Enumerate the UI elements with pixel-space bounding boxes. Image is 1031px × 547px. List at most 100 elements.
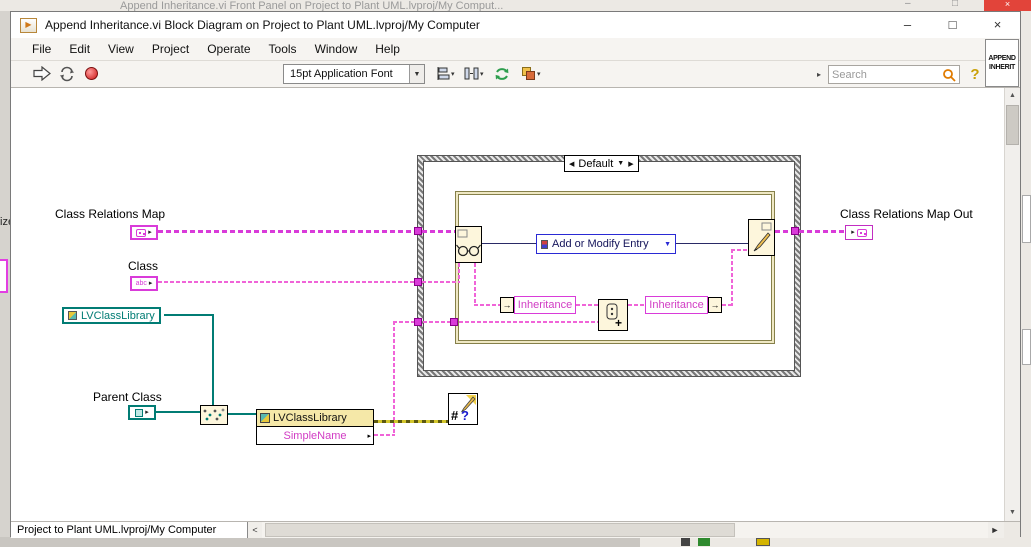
map-wire[interactable] bbox=[775, 230, 845, 233]
class-wire[interactable] bbox=[228, 413, 256, 415]
distribute-objects-button[interactable]: ▾ bbox=[464, 66, 484, 81]
error-wire[interactable] bbox=[374, 420, 448, 423]
scroll-left-button[interactable]: < bbox=[248, 522, 262, 538]
background-minimize-button[interactable]: – bbox=[905, 0, 911, 9]
property-node[interactable]: LVClassLibrary SimpleName ▸ bbox=[256, 409, 374, 445]
parent-class-terminal[interactable]: ▸ bbox=[128, 405, 156, 420]
right-fragment-panel bbox=[1021, 11, 1031, 537]
class-string-wire[interactable] bbox=[458, 263, 460, 283]
chevron-down-icon: ▼ bbox=[409, 65, 424, 83]
next-case-icon[interactable]: ▶ bbox=[628, 160, 633, 168]
clean-up-diagram-button[interactable] bbox=[494, 66, 510, 82]
tunnel[interactable] bbox=[450, 318, 458, 326]
toolbar-overflow-button[interactable]: ▸ bbox=[817, 70, 821, 79]
menu-help[interactable]: Help bbox=[366, 42, 409, 56]
font-selector[interactable]: 15pt Application Font ▼ bbox=[283, 64, 425, 84]
horizontal-scrollbar-thumb[interactable] bbox=[265, 523, 735, 537]
simplename-string-wire[interactable] bbox=[393, 321, 598, 323]
abort-icon bbox=[85, 67, 98, 80]
maximize-button[interactable]: □ bbox=[930, 12, 975, 38]
close-button[interactable]: × bbox=[975, 12, 1020, 38]
class-wire[interactable] bbox=[156, 411, 200, 413]
background-toolbar-icon bbox=[681, 538, 690, 546]
background-toolbar-icon bbox=[756, 538, 770, 546]
cluster-wire[interactable] bbox=[722, 304, 731, 306]
label-class-relations-map[interactable]: Class Relations Map bbox=[55, 207, 165, 221]
cluster-wire[interactable] bbox=[731, 249, 733, 306]
scroll-right-button[interactable]: ► bbox=[988, 522, 1002, 538]
label-class-relations-map-out[interactable]: Class Relations Map Out bbox=[840, 207, 973, 221]
menu-project[interactable]: Project bbox=[143, 42, 198, 56]
clear-errors-node[interactable]: # ? bbox=[448, 393, 478, 425]
scroll-down-button[interactable]: ▼ bbox=[1005, 505, 1020, 521]
unbundle-element[interactable]: Inheritance bbox=[514, 296, 576, 314]
minimize-button[interactable]: – bbox=[885, 12, 930, 38]
case-selector-label: Default bbox=[578, 157, 614, 170]
case-selector[interactable]: ◀ Default ▼ ▶ bbox=[564, 155, 639, 172]
previous-case-icon[interactable]: ◀ bbox=[569, 160, 574, 168]
bundle-field-label: Inheritance bbox=[649, 299, 704, 311]
run-continuously-button[interactable] bbox=[59, 66, 75, 82]
tunnel[interactable] bbox=[414, 278, 422, 286]
context-tab-label: Project to Plant UML.lvproj/My Computer bbox=[17, 524, 217, 536]
value-cluster-wire[interactable] bbox=[474, 263, 476, 306]
vertical-scrollbar[interactable]: ▲ ▼ bbox=[1004, 88, 1020, 521]
class-terminal[interactable]: abc ▸ bbox=[130, 276, 158, 291]
bundle-element[interactable]: Inheritance bbox=[645, 296, 708, 314]
vi-icon[interactable]: APPEND INHERIT bbox=[985, 39, 1019, 87]
menu-file[interactable]: File bbox=[23, 42, 60, 56]
vertical-scrollbar-thumb[interactable] bbox=[1006, 105, 1019, 145]
class-wire[interactable] bbox=[164, 314, 214, 316]
config-link-wire[interactable] bbox=[482, 243, 536, 244]
reorder-button[interactable]: ▾ bbox=[521, 66, 541, 81]
align-objects-button[interactable]: ▾ bbox=[435, 66, 455, 81]
menu-tools[interactable]: Tools bbox=[260, 42, 306, 56]
block-diagram[interactable]: Class Relations Map Class Parent Class C… bbox=[12, 88, 1005, 521]
array-wire[interactable] bbox=[576, 304, 598, 306]
context-tab[interactable]: Project to Plant UML.lvproj/My Computer bbox=[11, 522, 248, 538]
background-maximize-button[interactable]: □ bbox=[952, 0, 958, 9]
map-get-node[interactable] bbox=[455, 226, 482, 263]
property-node-item[interactable]: SimpleName ▸ bbox=[257, 427, 373, 444]
search-input[interactable] bbox=[832, 68, 942, 81]
tunnel[interactable] bbox=[414, 227, 422, 235]
property-node-class: LVClassLibrary bbox=[273, 412, 347, 424]
map-config-dropdown[interactable]: Add or Modify Entry ▼ bbox=[536, 234, 676, 254]
horizontal-scrollbar[interactable] bbox=[262, 522, 988, 538]
map-write-node[interactable] bbox=[748, 219, 775, 256]
output-arrow-icon: ▸ bbox=[145, 409, 149, 416]
bundle-output-terminal[interactable]: → bbox=[708, 297, 722, 313]
cluster-wire[interactable] bbox=[731, 249, 748, 251]
background-close-button[interactable]: × bbox=[984, 0, 1031, 11]
unbundle-input-terminal[interactable]: → bbox=[500, 297, 514, 313]
config-link-wire[interactable] bbox=[676, 243, 748, 244]
simplename-string-wire[interactable] bbox=[393, 321, 395, 436]
map-wire[interactable] bbox=[158, 230, 455, 233]
arrow-right-icon: → bbox=[710, 300, 720, 310]
value-cluster-wire[interactable] bbox=[474, 304, 500, 306]
class-relations-map-out-terminal[interactable]: ▸ bbox=[845, 225, 873, 240]
class-wire[interactable] bbox=[212, 314, 214, 406]
class-relations-map-terminal[interactable]: ▸ bbox=[130, 225, 158, 240]
tunnel[interactable] bbox=[414, 318, 422, 326]
scroll-up-button[interactable]: ▲ bbox=[1005, 88, 1020, 104]
array-wire[interactable] bbox=[628, 304, 645, 306]
to-more-specific-class-node[interactable] bbox=[200, 405, 228, 425]
label-parent-class[interactable]: Parent Class bbox=[93, 390, 162, 404]
menu-window[interactable]: Window bbox=[306, 42, 367, 56]
tunnel[interactable] bbox=[791, 227, 799, 235]
help-button[interactable]: ? bbox=[965, 65, 985, 84]
chevron-down-icon[interactable]: ▼ bbox=[617, 160, 624, 167]
menu-view[interactable]: View bbox=[99, 42, 143, 56]
label-class[interactable]: Class bbox=[128, 259, 158, 273]
run-button[interactable] bbox=[33, 66, 51, 81]
menu-edit[interactable]: Edit bbox=[60, 42, 99, 56]
lvclasslibrary-constant[interactable]: LVClassLibrary bbox=[62, 307, 161, 324]
insert-into-set-node[interactable]: + bbox=[598, 299, 628, 331]
help-icon: ? bbox=[970, 66, 980, 83]
menu-operate[interactable]: Operate bbox=[198, 42, 259, 56]
simplename-string-wire[interactable] bbox=[374, 434, 395, 436]
titlebar[interactable]: ▶ Append Inheritance.vi Block Diagram on… bbox=[11, 12, 1020, 38]
abort-button[interactable] bbox=[85, 67, 98, 80]
property-node-header[interactable]: LVClassLibrary bbox=[257, 410, 373, 427]
